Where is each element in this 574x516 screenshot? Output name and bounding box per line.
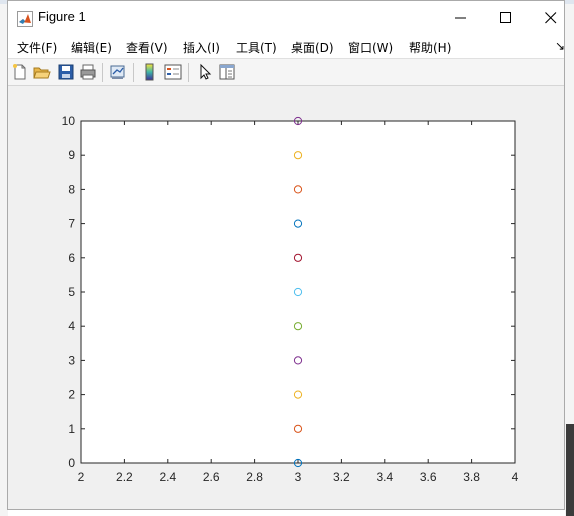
y-tick-label: 0 <box>68 456 75 470</box>
x-tick-label: 3.4 <box>376 470 393 484</box>
menu-view[interactable]: 查看(V) <box>126 39 168 56</box>
property-inspector-icon[interactable] <box>218 63 236 81</box>
x-tick-label: 2.8 <box>246 470 263 484</box>
toolbar-separator <box>188 63 189 82</box>
menu-desktop[interactable]: 桌面(D) <box>291 39 334 56</box>
maximize-button[interactable] <box>483 1 528 34</box>
menu-file[interactable]: 文件(F) <box>17 39 57 56</box>
menu-bar: 文件(F) 编辑(E) 查看(V) 插入(I) 工具(T) 桌面(D) 窗口(W… <box>8 34 565 58</box>
menu-help[interactable]: 帮助(H) <box>409 39 451 56</box>
x-tick-label: 3 <box>295 470 302 484</box>
x-tick-label: 2 <box>78 470 85 484</box>
insert-legend-icon[interactable] <box>164 63 182 81</box>
y-tick-label: 9 <box>68 148 75 162</box>
y-tick-label: 1 <box>68 422 75 436</box>
menu-insert[interactable]: 插入(I) <box>183 39 220 56</box>
title-bar[interactable]: Figure 1 <box>8 1 564 34</box>
menu-tools[interactable]: 工具(T) <box>236 39 277 56</box>
maximize-icon <box>500 12 511 23</box>
x-tick-label: 3.6 <box>420 470 437 484</box>
figure-toolbar <box>8 58 564 86</box>
print-icon[interactable] <box>79 63 97 81</box>
y-tick-label: 8 <box>68 182 75 196</box>
toolbar-separator <box>133 63 134 82</box>
link-plot-icon[interactable] <box>109 63 127 81</box>
toolbar-separator <box>102 63 103 82</box>
close-icon <box>545 12 557 24</box>
y-tick-label: 5 <box>68 285 75 299</box>
menu-edit[interactable]: 编辑(E) <box>71 39 112 56</box>
minimize-button[interactable] <box>438 1 483 34</box>
y-tick-label: 4 <box>68 319 75 333</box>
figure-window: Figure 1 文件(F) 编辑(E) 查看(V) 插入(I) 工具(T) 桌… <box>7 0 565 510</box>
close-button[interactable] <box>528 1 573 34</box>
x-tick-label: 2.4 <box>159 470 176 484</box>
save-icon[interactable] <box>57 63 75 81</box>
axes-plot[interactable]: 2 2.2 2.4 2.6 2.8 3 3.2 3.4 3.6 3.8 4 0 1 2 3 4 5 6 7 8 9 10 <box>8 86 564 509</box>
x-tick-label: 2.6 <box>203 470 220 484</box>
insert-colorbar-icon[interactable] <box>141 63 159 81</box>
axes-box <box>80 120 516 464</box>
window-title: Figure 1 <box>38 9 86 24</box>
y-tick-label: 2 <box>68 388 75 402</box>
figure-canvas: 2 2.2 2.4 2.6 2.8 3 3.2 3.4 3.6 3.8 4 0 1 2 3 4 5 6 7 8 9 10 <box>8 86 564 509</box>
menu-window[interactable]: 窗口(W) <box>348 39 393 56</box>
y-tick-label: 10 <box>62 114 76 128</box>
y-tick-label: 6 <box>68 251 75 265</box>
y-tick-label: 3 <box>68 353 75 367</box>
minimize-icon <box>455 17 466 19</box>
background-app-dark-panel <box>566 424 574 516</box>
matlab-logo-icon <box>17 11 33 31</box>
new-figure-icon[interactable] <box>11 63 29 81</box>
dock-arrow-icon[interactable]: ↘ <box>555 39 565 53</box>
x-tick-label: 4 <box>512 470 519 484</box>
open-file-icon[interactable] <box>33 63 51 81</box>
edit-plot-icon[interactable] <box>196 63 214 81</box>
x-tick-label: 3.8 <box>463 470 480 484</box>
x-tick-label: 3.2 <box>333 470 350 484</box>
y-tick-label: 7 <box>68 217 75 231</box>
x-tick-label: 2.2 <box>116 470 133 484</box>
